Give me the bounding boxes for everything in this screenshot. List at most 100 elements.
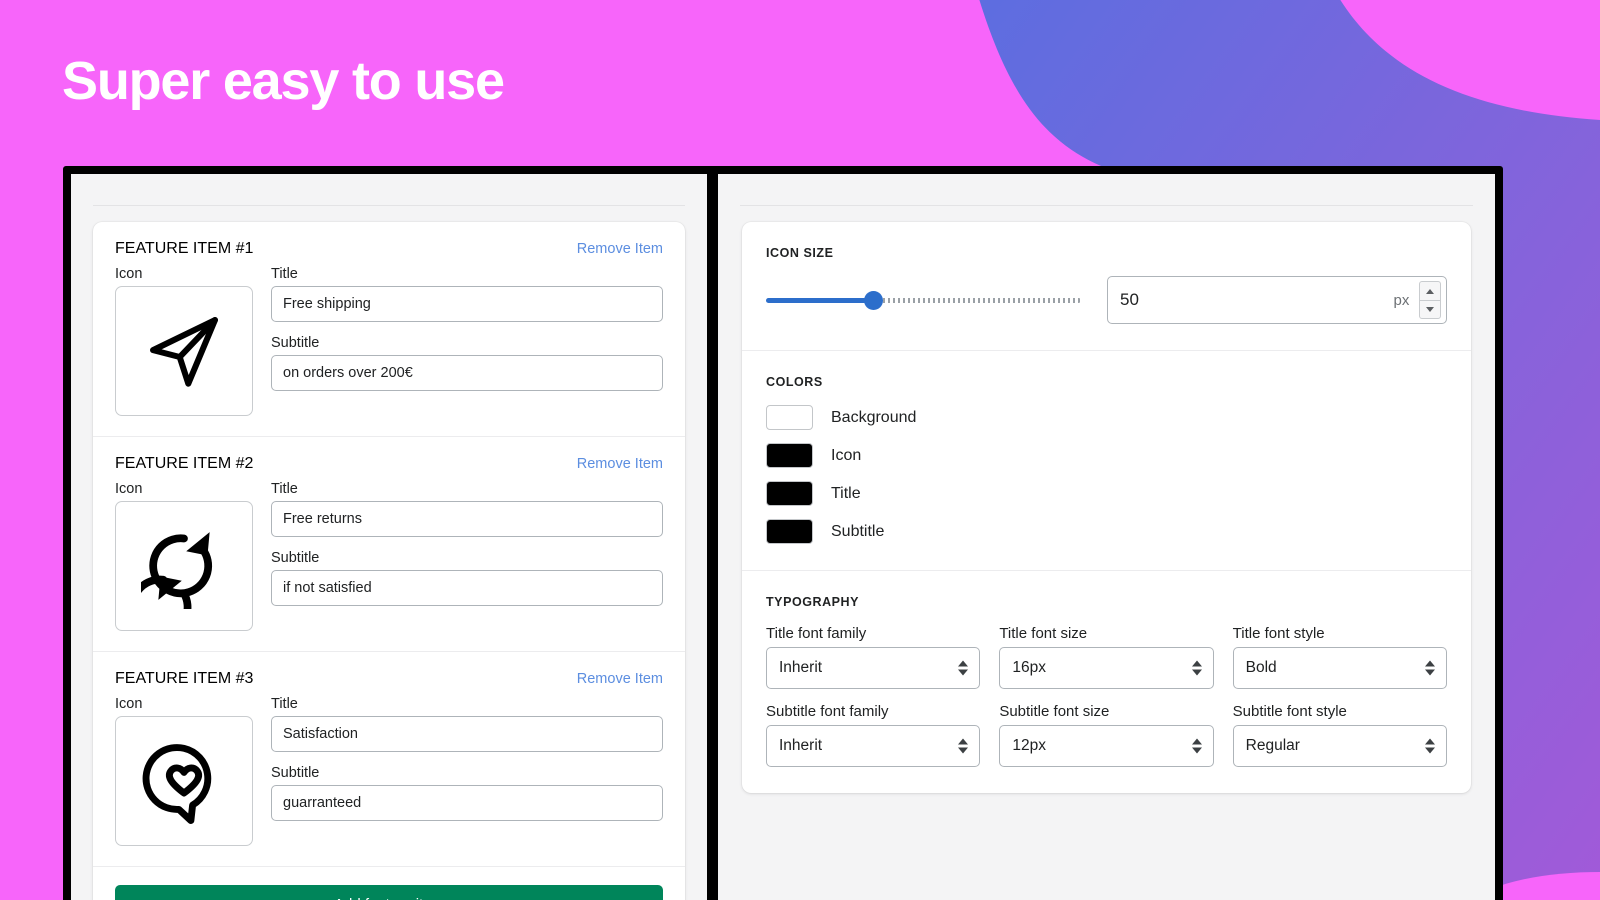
title-font-family-label: Title font family	[766, 625, 867, 642]
select-updown-icon	[1424, 660, 1435, 676]
fields-column: Title Subtitle	[271, 481, 663, 631]
select-updown-icon	[1424, 738, 1435, 754]
feature-item-header: FEATURE ITEM #2 Remove Item	[115, 455, 663, 473]
typography-field: Subtitle font family Inherit	[766, 703, 981, 767]
add-feature-item-wrapper: Add feature item	[93, 867, 685, 900]
remove-item-link[interactable]: Remove Item	[577, 671, 663, 687]
color-label: Subtitle	[831, 522, 885, 540]
screenshot-root: Super easy to use FEATURE ITEM #1 Remove…	[0, 0, 1600, 900]
icon-size-unit: px	[1393, 291, 1410, 309]
slider-track-remaining	[873, 298, 1081, 303]
fields-column: Title Subtitle	[271, 266, 663, 416]
title-field-label: Title	[271, 696, 298, 712]
title-font-style-select[interactable]: Bold	[1232, 647, 1447, 689]
title-input[interactable]	[271, 501, 663, 537]
left-panel: FEATURE ITEM #1 Remove Item Icon Title F…	[71, 174, 707, 900]
feature-items-card: FEATURE ITEM #1 Remove Item Icon Title F…	[93, 222, 685, 900]
page-title: Super easy to use	[62, 51, 505, 111]
subtitle-font-family-label: Subtitle font family	[766, 703, 889, 720]
subtitle-font-style-select[interactable]: Regular	[1232, 725, 1447, 767]
feature-item-label: FEATURE ITEM #3	[115, 670, 254, 687]
icon-picker-box[interactable]	[115, 716, 253, 846]
icon-column: Icon	[115, 696, 253, 846]
typography-field: Subtitle font style Regular	[1232, 703, 1447, 767]
color-swatch-title[interactable]	[766, 481, 813, 506]
remove-item-link[interactable]: Remove Item	[577, 456, 663, 472]
select-value: Inherit	[779, 659, 823, 676]
refresh-cycle-icon	[141, 532, 213, 609]
slider-track-filled	[766, 298, 874, 303]
icon-size-slider[interactable]	[766, 289, 1081, 311]
color-row: Title	[766, 481, 1447, 506]
caret-down-icon	[1426, 307, 1435, 312]
feature-item-header: FEATURE ITEM #1 Remove Item	[115, 240, 663, 258]
color-row: Subtitle	[766, 519, 1447, 544]
title-font-style-label: Title font style	[1232, 625, 1325, 642]
typography-section: TYPOGRAPHY Title font family Inherit Tit…	[742, 571, 1471, 793]
color-swatch-icon[interactable]	[766, 443, 813, 468]
icon-picker-box[interactable]	[115, 501, 253, 631]
typography-field: Title font style Bold	[1232, 625, 1447, 689]
color-row: Icon	[766, 443, 1447, 468]
fields-column: Title Subtitle	[271, 696, 663, 846]
settings-card: ICON SIZE px	[742, 222, 1471, 793]
select-updown-icon	[958, 660, 969, 676]
select-updown-icon	[958, 738, 969, 754]
remove-item-link[interactable]: Remove Item	[577, 241, 663, 257]
subtitle-input[interactable]	[271, 570, 663, 606]
feature-item: FEATURE ITEM #3 Remove Item Icon Title S…	[93, 652, 685, 867]
title-field-label: Title	[271, 481, 298, 497]
color-label: Icon	[831, 446, 862, 464]
icon-size-section-title: ICON SIZE	[766, 246, 834, 260]
subtitle-font-family-select[interactable]: Inherit	[766, 725, 981, 767]
title-font-size-select[interactable]: 16px	[999, 647, 1214, 689]
icon-picker-box[interactable]	[115, 286, 253, 416]
subtitle-font-style-label: Subtitle font style	[1232, 703, 1347, 720]
paper-plane-icon	[150, 317, 218, 387]
add-feature-item-button[interactable]: Add feature item	[115, 885, 663, 900]
colors-section: COLORS Background Icon Title Subtitle	[742, 351, 1471, 571]
icon-size-stepper[interactable]	[1419, 281, 1441, 319]
app-window-frame: FEATURE ITEM #1 Remove Item Icon Title F…	[63, 166, 1503, 900]
typography-field: Title font size 16px	[999, 625, 1214, 689]
title-input[interactable]	[271, 716, 663, 752]
select-value: 12px	[1012, 737, 1046, 754]
select-value: Regular	[1245, 737, 1300, 754]
select-updown-icon	[1191, 660, 1202, 676]
icon-size-input[interactable]	[1108, 277, 1394, 323]
select-value: Bold	[1245, 659, 1277, 676]
icon-column: Icon	[115, 266, 253, 416]
select-updown-icon	[1191, 738, 1202, 754]
subtitle-field-label: Subtitle	[271, 335, 320, 351]
subtitle-field-label: Subtitle	[271, 765, 320, 781]
select-value: 16px	[1012, 659, 1046, 676]
stepper-increment-button[interactable]	[1419, 281, 1441, 300]
feature-item: FEATURE ITEM #2 Remove Item Icon Title F…	[93, 437, 685, 652]
icon-field-label: Icon	[115, 481, 143, 497]
subtitle-input[interactable]	[271, 355, 663, 391]
icon-size-section: ICON SIZE px	[742, 222, 1471, 351]
typography-field: Title font family Inherit	[766, 625, 981, 689]
colors-section-title: COLORS	[766, 375, 823, 389]
color-swatch-subtitle[interactable]	[766, 519, 813, 544]
caret-up-icon	[1426, 288, 1435, 294]
title-font-family-select[interactable]: Inherit	[766, 647, 981, 689]
panel-divider-line	[740, 205, 1473, 206]
color-label: Title	[831, 484, 861, 502]
heart-chat-bubble-icon	[142, 744, 212, 824]
slider-thumb[interactable]	[863, 291, 883, 310]
color-label: Background	[831, 408, 917, 426]
icon-size-number-field[interactable]: px	[1107, 276, 1447, 324]
title-input[interactable]	[271, 286, 663, 322]
typography-field: Subtitle font size 12px	[999, 703, 1214, 767]
subtitle-input[interactable]	[271, 785, 663, 821]
panel-divider-line	[93, 205, 685, 206]
icon-field-label: Icon	[115, 696, 143, 712]
subtitle-font-size-select[interactable]: 12px	[999, 725, 1214, 767]
stepper-decrement-button[interactable]	[1419, 300, 1441, 319]
icon-field-label: Icon	[115, 266, 143, 282]
feature-item-header: FEATURE ITEM #3 Remove Item	[115, 670, 663, 688]
select-value: Inherit	[779, 737, 823, 754]
color-swatch-background[interactable]	[766, 405, 813, 430]
subtitle-font-size-label: Subtitle font size	[999, 703, 1110, 720]
